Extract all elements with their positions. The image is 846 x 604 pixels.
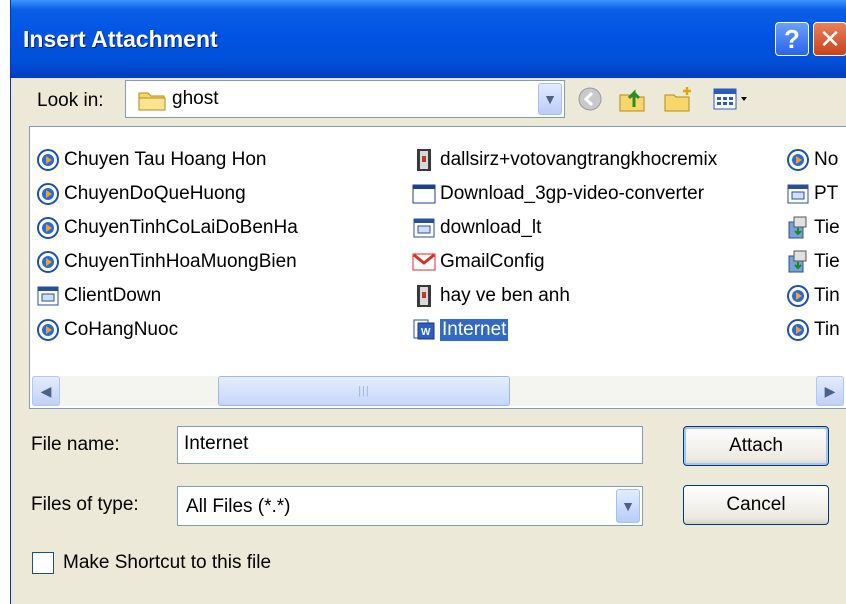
file-item[interactable]: ChuyenTinhHoaMuongBien [36,245,298,279]
look-in-value: ghost [172,88,219,109]
installer-icon [786,216,810,240]
close-icon: ✕ [819,23,841,54]
media-icon [36,182,60,206]
up-folder-button[interactable] [617,84,647,114]
files-of-type-select[interactable]: All Files (*.*) ▼ [177,486,643,526]
file-item[interactable]: Chuyen Tau Hoang Hon [36,143,298,177]
file-item[interactable]: dallsirz+votovangtrangkhocremix [412,143,717,177]
file-item-label: download_lt [440,217,542,238]
file-item-label: No [814,149,839,170]
file-item[interactable]: Tin [786,313,840,347]
file-item[interactable]: download_lt [412,211,717,245]
file-item[interactable]: Tie [786,245,840,279]
file-item[interactable]: Tie [786,211,840,245]
file-item-label: dallsirz+votovangtrangkhocremix [440,149,718,170]
horizontal-scrollbar[interactable]: ◀ ||| ▶ [32,376,844,406]
look-in-select[interactable]: ghost ▼ [125,80,565,118]
archive-icon [412,284,436,308]
window-title: Insert Attachment [23,26,218,52]
file-item[interactable]: hay ve ben anh [412,279,717,313]
file-item-label: Tin [814,319,840,340]
gmail-icon [412,250,436,274]
media-icon [36,250,60,274]
file-item-label: Tie [814,217,840,238]
scroll-right-button[interactable]: ▶ [816,376,844,406]
file-item[interactable]: ChuyenDoQueHuong [36,177,298,211]
make-shortcut-label: Make Shortcut to this file [63,552,272,573]
title-bar[interactable]: Insert Attachment ? ✕ [11,0,846,78]
file-item-label: Tin [814,285,840,306]
file-item[interactable]: ClientDown [36,279,298,313]
media-icon [786,318,810,342]
media-icon [36,318,60,342]
folder-icon [138,92,166,111]
cancel-button[interactable]: Cancel [683,485,829,525]
file-item-label: CoHangNuoc [64,319,179,340]
back-button[interactable] [575,84,605,114]
files-of-type-label: Files of type: [31,494,139,515]
window-icon [786,182,810,206]
file-item-label: ChuyenTinhHoaMuongBien [64,251,297,272]
file-item-label: Chuyen Tau Hoang Hon [64,149,267,170]
close-button[interactable]: ✕ [813,22,846,56]
file-item-label: PT [814,183,839,204]
file-item-label: ClientDown [64,285,162,306]
chevron-down-icon[interactable]: ▼ [616,489,640,523]
files-of-type-value: All Files (*.*) [186,496,291,517]
file-name-label: File name: [31,434,120,455]
file-list[interactable]: Chuyen Tau Hoang Hon ChuyenDoQueHuong Chuy… [29,126,846,409]
chevron-down-icon[interactable]: ▼ [538,83,562,115]
file-item[interactable]: CoHangNuoc [36,313,298,347]
back-icon [578,87,602,111]
file-item[interactable]: GmailConfig [412,245,717,279]
help-button[interactable]: ? [775,22,809,56]
archive-icon [412,148,436,172]
file-column-3: No PT Tie Tie Tin Tin [786,143,840,347]
file-item[interactable]: Download_3gp-video-converter [412,177,717,211]
file-item-label: GmailConfig [440,251,545,272]
new-folder-button[interactable] [663,84,693,114]
insert-attachment-dialog: Insert Attachment ? ✕ Look in: ghost ▼ C… [10,0,846,604]
file-item-label: Download_3gp-video-converter [440,183,705,204]
up-folder-icon [619,89,645,112]
file-item[interactable]: ChuyenTinhCoLaiDoBenHa [36,211,298,245]
file-item[interactable]: PT [786,177,840,211]
file-item[interactable]: Tin [786,279,840,313]
view-menu-icon [713,88,747,110]
file-item-label: hay ve ben anh [440,285,570,306]
make-shortcut-checkbox[interactable] [32,552,54,574]
file-item[interactable]: No [786,143,840,177]
new-folder-icon [664,87,691,112]
media-icon [786,284,810,308]
window-icon [36,284,60,308]
file-column-1: Chuyen Tau Hoang Hon ChuyenDoQueHuong Chuy… [36,143,298,347]
file-item-label: ChuyenDoQueHuong [64,183,246,204]
window-icon [412,216,436,240]
help-icon: ? [784,23,800,54]
file-name-field[interactable]: Internet [177,426,643,464]
look-in-label: Look in: [37,90,104,111]
file-item-label: ChuyenTinhCoLaiDoBenHa [64,217,298,238]
file-item-label: Tie [814,251,840,272]
svg-text:W: W [421,327,431,338]
file-item-label: Internet [440,319,509,341]
view-menu-button[interactable] [711,84,751,114]
scroll-thumb[interactable]: ||| [218,376,510,406]
word-doc-icon: W [412,318,436,342]
installer-icon [786,250,810,274]
attach-button[interactable]: Attach [683,426,829,466]
media-icon [786,148,810,172]
file-column-2: dallsirz+votovangtrangkhocremix Download_… [412,143,717,347]
media-icon [36,216,60,240]
app-window-icon [412,182,436,206]
scroll-left-button[interactable]: ◀ [32,376,60,406]
media-icon [36,148,60,172]
file-item[interactable]: W Internet [412,313,717,347]
